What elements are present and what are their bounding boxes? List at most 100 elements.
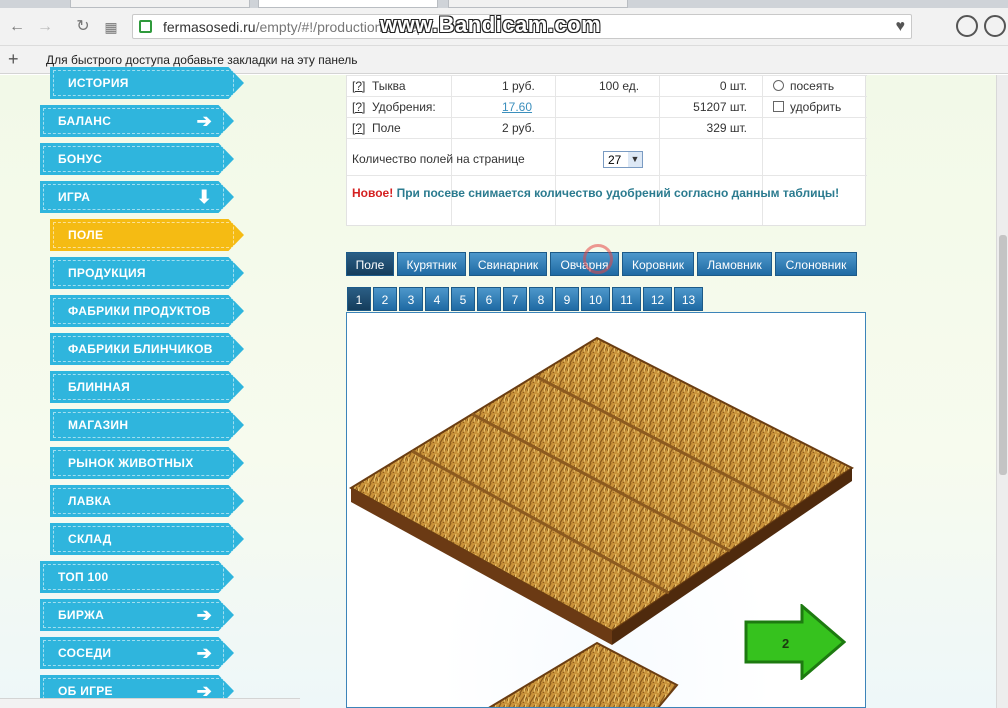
- page-button[interactable]: 11: [612, 287, 641, 311]
- lock-icon: [139, 20, 152, 33]
- row-action[interactable]: посеять: [773, 79, 834, 93]
- download-icon[interactable]: [956, 15, 978, 37]
- help-link[interactable]: [?]: [352, 121, 365, 135]
- next-page-arrow-button[interactable]: 2: [744, 604, 846, 680]
- sidebar-item-label: ФАБРИКИ ПРОДУКТОВ: [68, 304, 211, 318]
- sidebar-item-label: РЫНОК ЖИВОТНЫХ: [68, 456, 194, 470]
- row-price: 1 руб.: [502, 79, 535, 93]
- sidebar-item-label: ЛАВКА: [68, 494, 112, 508]
- sidebar-item-label: БИРЖА: [58, 608, 105, 622]
- barn-tab[interactable]: Коровник: [622, 252, 694, 276]
- reload-icon[interactable]: ↻: [72, 16, 94, 38]
- sidebar-item[interactable]: ПОЛЕ: [50, 219, 244, 251]
- sidebar-item[interactable]: БЛИННАЯ: [50, 371, 244, 403]
- notice-text: Новое! При посеве снимается количество у…: [352, 183, 842, 203]
- row-price[interactable]: 17.60: [502, 100, 532, 114]
- notice-new-label: Новое!: [352, 186, 394, 200]
- checkbox[interactable]: [773, 101, 784, 112]
- sidebar-item-label: СОСЕДИ: [58, 646, 112, 660]
- sidebar-item[interactable]: ФАБРИКИ БЛИНЧИКОВ: [50, 333, 244, 365]
- sidebar-item-label: ИГРА: [58, 190, 91, 204]
- per-page-select[interactable]: 27 ▼: [603, 151, 643, 168]
- sidebar-item-label: БОНУС: [58, 152, 103, 166]
- row-stock: 0 шт.: [719, 79, 747, 93]
- browser-tab-active[interactable]: [258, 0, 438, 8]
- next-page-label: 2: [782, 636, 789, 651]
- page-button[interactable]: 1: [347, 287, 371, 311]
- row-action-label: удобрить: [790, 100, 842, 114]
- arrow-right-icon: ➔: [196, 111, 212, 131]
- chevron-down-icon: ▼: [628, 152, 642, 167]
- help-link[interactable]: [?]: [352, 100, 365, 114]
- page-button[interactable]: 9: [555, 287, 579, 311]
- sidebar-item[interactable]: ТОП 100: [40, 561, 234, 593]
- barn-tab[interactable]: Курятник: [397, 252, 466, 276]
- add-bookmark-icon[interactable]: +: [8, 49, 19, 70]
- page-button[interactable]: 4: [425, 287, 449, 311]
- sidebar-item[interactable]: СКЛАД: [50, 523, 244, 555]
- help-link[interactable]: [?]: [352, 79, 365, 93]
- table-row-hidden: [347, 68, 867, 76]
- row-action-label: посеять: [790, 79, 835, 93]
- sidebar-item[interactable]: МАГАЗИН: [50, 409, 244, 441]
- sidebar-item-label: ОБ ИГРЕ: [58, 684, 113, 698]
- page-button[interactable]: 8: [529, 287, 553, 311]
- barn-tab[interactable]: Свинарник: [469, 252, 547, 276]
- radio-button[interactable]: [773, 80, 784, 91]
- sidebar-item-label: БАЛАНС: [58, 114, 112, 128]
- per-page-label: Количество полей на странице: [352, 152, 525, 166]
- page-button[interactable]: 10: [581, 287, 610, 311]
- page-button[interactable]: 13: [674, 287, 703, 311]
- forward-icon[interactable]: →: [34, 16, 56, 38]
- table-row: [?] Тыква 1 руб. 100 ед. 0 шт. посеять: [347, 76, 867, 97]
- sidebar-item-label: ТОП 100: [58, 570, 109, 584]
- page-button[interactable]: 2: [373, 287, 397, 311]
- sidebar-item-label: ПОЛЕ: [68, 228, 104, 242]
- per-page-value: 27: [608, 153, 622, 167]
- notice-body: При посеве снимается количество удобрени…: [396, 186, 840, 200]
- page-button[interactable]: 5: [451, 287, 475, 311]
- row-amount: 100 ед.: [599, 79, 640, 93]
- apps-grid-icon[interactable]: ▦: [100, 16, 122, 38]
- row-stock: 51207 шт.: [693, 100, 747, 114]
- page-scrollbar[interactable]: [996, 75, 1008, 708]
- sidebar-item[interactable]: ИСТОРИЯ: [50, 67, 244, 99]
- row-name: Поле: [372, 121, 401, 135]
- click-indicator: [583, 244, 613, 274]
- sidebar-item[interactable]: БАЛАНС ➔: [40, 105, 234, 137]
- page-button[interactable]: 7: [503, 287, 527, 311]
- sidebar-item[interactable]: СОСЕДИ ➔: [40, 637, 234, 669]
- watermark: www.Bandicam.com: [380, 12, 602, 37]
- menu-icon[interactable]: [984, 15, 1006, 37]
- page-button[interactable]: 6: [477, 287, 501, 311]
- sidebar-item[interactable]: ФАБРИКИ ПРОДУКТОВ: [50, 295, 244, 327]
- bookmark-heart-icon[interactable]: ♥: [896, 18, 906, 36]
- barn-tab[interactable]: Поле: [346, 252, 394, 276]
- seed-table-card: [?] Тыква 1 руб. 100 ед. 0 шт. посеять [?] Удоб…: [346, 75, 867, 226]
- address-bar-area: ← → ↻ ▦ fermasosedi.ru/empty/#!/producti…: [0, 8, 1008, 46]
- sidebar-item[interactable]: ПРОДУКЦИЯ: [50, 257, 244, 289]
- row-action[interactable]: удобрить: [773, 100, 841, 114]
- sidebar-item[interactable]: ИГРА ⬇: [40, 181, 234, 213]
- row-name: Тыква: [372, 79, 406, 93]
- browser-tab[interactable]: [448, 0, 628, 8]
- page-button[interactable]: 3: [399, 287, 423, 311]
- sidebar-item-label: ПРОДУКЦИЯ: [68, 266, 146, 280]
- row-stock: 329 шт.: [706, 121, 747, 135]
- back-icon[interactable]: ←: [6, 16, 28, 38]
- sidebar-item-label: ФАБРИКИ БЛИНЧИКОВ: [68, 342, 213, 356]
- arrow-right-icon: ➔: [196, 605, 212, 625]
- sidebar-item[interactable]: БОНУС: [40, 143, 234, 175]
- barn-tab[interactable]: Ламовник: [697, 252, 772, 276]
- barn-tab[interactable]: Слоновник: [775, 252, 857, 276]
- sidebar-item[interactable]: ЛАВКА: [50, 485, 244, 517]
- row-price: 2 руб.: [502, 121, 535, 135]
- table-row: [?] Удобрения: 17.60 51207 шт. удобрить: [347, 97, 867, 118]
- page-button[interactable]: 12: [643, 287, 672, 311]
- sidebar-item-label: ИСТОРИЯ: [68, 76, 129, 90]
- sidebar-item[interactable]: РЫНОК ЖИВОТНЫХ: [50, 447, 244, 479]
- row-name: Удобрения:: [372, 100, 436, 114]
- browser-tab[interactable]: [70, 0, 250, 8]
- sidebar-item[interactable]: БИРЖА ➔: [40, 599, 234, 631]
- browser-tabstrip: [0, 0, 1008, 8]
